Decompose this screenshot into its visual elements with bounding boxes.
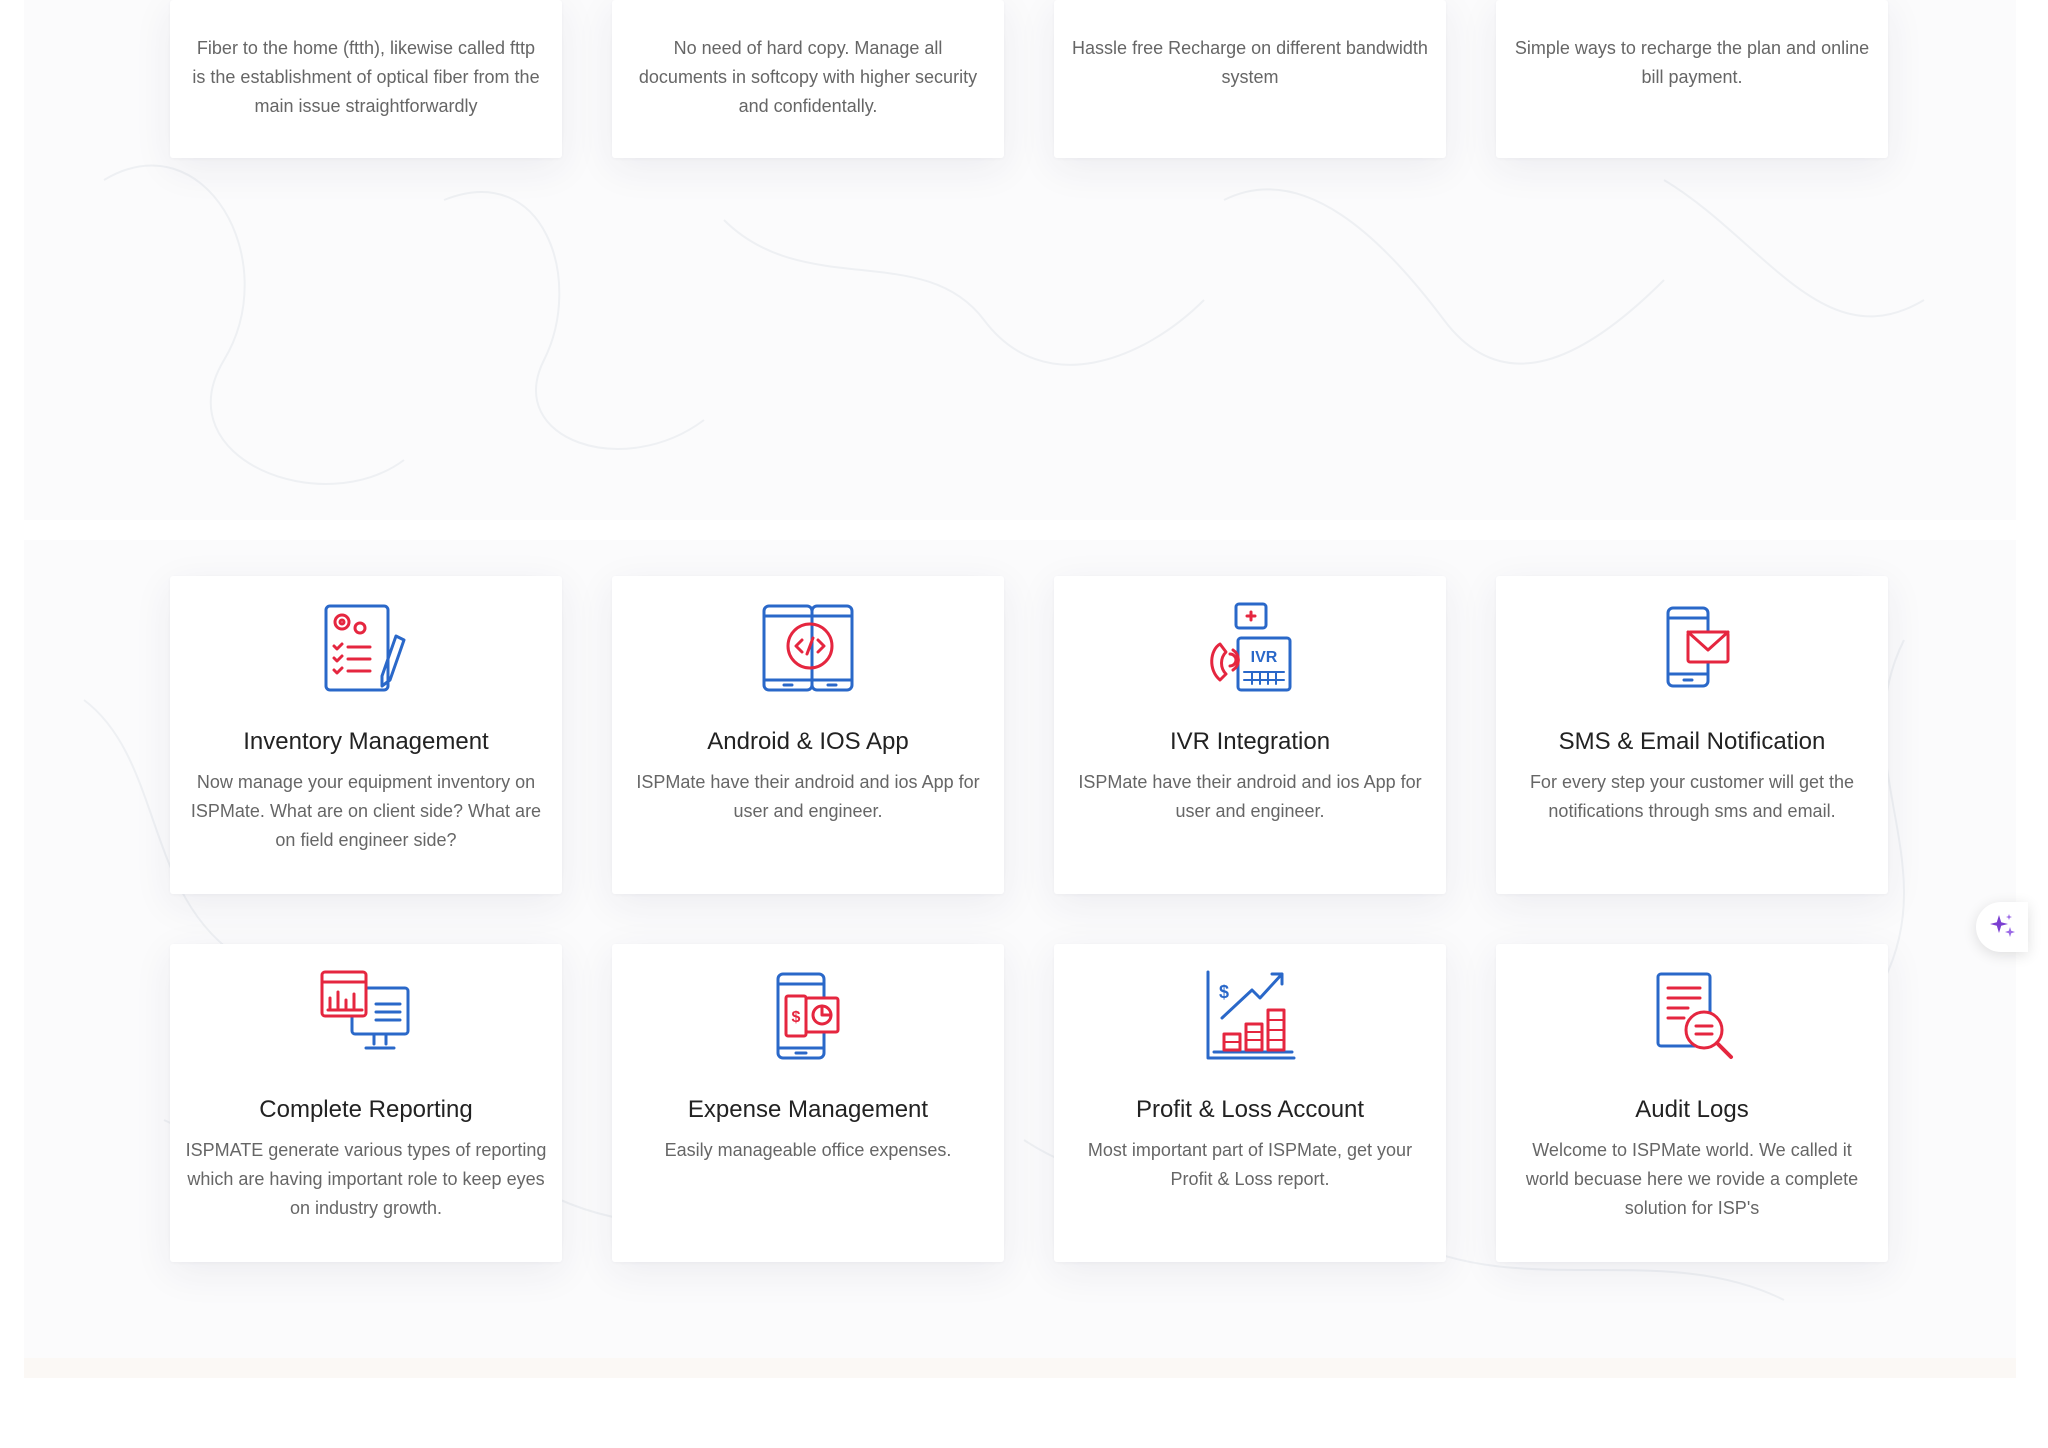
card-description: Simple ways to recharge the plan and onl… — [1514, 38, 1870, 87]
mobile-app-icon — [762, 604, 854, 692]
feature-card-profit-loss: $ Profit & Loss Account Most important p… — [1054, 944, 1446, 1262]
feature-description: Easily manageable office expenses. — [664, 1140, 952, 1160]
ivr-icon: IVR — [1210, 602, 1292, 692]
feature-description: ISPMATE generate various types of report… — [185, 1140, 547, 1218]
feature-card-audit-logs: Audit Logs Welcome to ISPMate world. We … — [1496, 944, 1888, 1262]
card-description: No need of hard copy. Manage all documen… — [638, 38, 978, 116]
top-card-documents: No need of hard copy. Manage all documen… — [612, 0, 1004, 158]
feature-title: Profit & Loss Account — [1135, 1096, 1365, 1123]
feature-title: Complete Reporting — [259, 1096, 473, 1123]
feature-description: Now manage your equipment inventory on I… — [190, 772, 542, 850]
card-description: Hassle free Recharge on different bandwi… — [1072, 38, 1428, 87]
profit-loss-icon: $ — [1206, 970, 1296, 1060]
feature-title: Audit Logs — [1635, 1096, 1749, 1123]
feature-description: For every step your customer will get th… — [1529, 772, 1855, 821]
audit-logs-icon — [1656, 972, 1733, 1059]
feature-card-expense: $ Expense Management Easily manageable o… — [612, 944, 1004, 1262]
expense-icon: $ — [776, 972, 840, 1060]
feature-title: IVR Integration — [1169, 728, 1331, 755]
sparkle-icon — [1990, 914, 2015, 937]
feature-description: Welcome to ISPMate world. We called it w… — [1525, 1140, 1859, 1218]
feature-description: ISPMate have their android and ios App f… — [636, 772, 980, 821]
feature-title: SMS & Email Notification — [1558, 728, 1826, 755]
feature-description: Most important part of ISPMate, get your… — [1087, 1140, 1413, 1189]
sms-email-icon — [1666, 606, 1730, 688]
feature-card-mobile-app: Android & IOS App ISPMate have their and… — [612, 576, 1004, 894]
feature-title: Expense Management — [687, 1096, 929, 1123]
ai-assistant-button[interactable] — [1976, 902, 2028, 952]
feature-description: ISPMate have their android and ios App f… — [1078, 772, 1422, 821]
feature-card-ivr: IVR IVR Integration ISPMate have their a… — [1054, 576, 1446, 894]
svg-text:$: $ — [792, 1009, 801, 1026]
feature-card-reporting: Complete Reporting ISPMATE generate vari… — [170, 944, 562, 1262]
svg-text:$: $ — [1219, 982, 1229, 1002]
reporting-icon — [320, 970, 410, 1050]
feature-card-sms-email: SMS & Email Notification For every step … — [1496, 576, 1888, 894]
top-card-ftth: Fiber to the home (ftth), likewise calle… — [170, 0, 562, 158]
inventory-icon — [324, 604, 406, 692]
card-description: Fiber to the home (ftth), likewise calle… — [192, 38, 540, 116]
feature-title: Inventory Management — [243, 728, 489, 755]
svg-text:IVR: IVR — [1251, 649, 1278, 666]
feature-title: Android & IOS App — [707, 728, 909, 755]
feature-card-inventory: Inventory Management Now manage your equ… — [170, 576, 562, 894]
footer-divider — [24, 1358, 2016, 1378]
top-card-bill-payment: Simple ways to recharge the plan and onl… — [1496, 0, 1888, 158]
top-card-recharge: Hassle free Recharge on different bandwi… — [1054, 0, 1446, 158]
